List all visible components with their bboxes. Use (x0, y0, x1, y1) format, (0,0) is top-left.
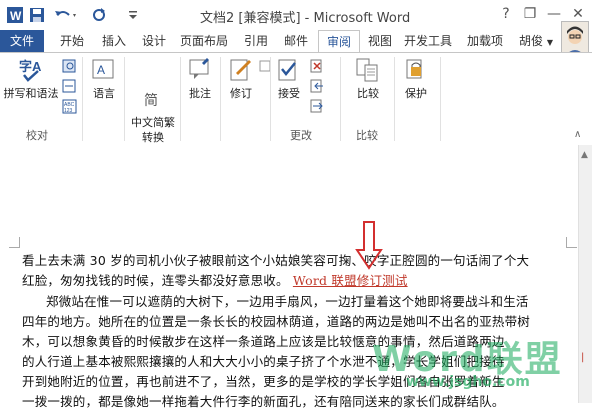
svg-text:W: W (10, 9, 22, 23)
tab-addins[interactable]: 加载项 (460, 30, 510, 52)
svg-text:123: 123 (64, 108, 73, 114)
customize-qat-icon[interactable] (126, 5, 140, 25)
doc-line[interactable]: 红脸，匆匆找钱的时候，连零头都没好意思收。 Word 联盟修订测试 (22, 270, 408, 289)
group-separator (270, 57, 271, 141)
previous-change-icon[interactable] (310, 79, 326, 93)
doc-line[interactable]: 四年的地方。她所在的位置是一条长长的校园林荫道，道路的两边是她叫不出名的亚热带树 (22, 311, 530, 330)
user-account[interactable]: 胡俊 ▼ (514, 30, 558, 52)
ribbon-display-button[interactable]: ❐ (518, 3, 542, 25)
word-logo-icon[interactable]: W (6, 5, 24, 25)
annotation-arrow-icon (355, 220, 383, 273)
group-separator (394, 57, 395, 141)
tab-review[interactable]: 审阅 (318, 30, 360, 54)
tab-design[interactable]: 设计 (134, 30, 174, 52)
doc-line[interactable]: 看上去未满 30 岁的司机小伙子被眼前这个小姑娘笑容可掬、咬字正腔圆的一句话闹了… (22, 250, 529, 269)
tab-file[interactable]: 文件 (0, 30, 44, 52)
spell-grammar-button[interactable]: 字A 拼写和语法 (2, 57, 60, 101)
svg-text:简: 简 (144, 92, 158, 109)
title-bar: W 文档2 [兼容模式] - Microsoft Word ? ❐ — ✕ (0, 0, 592, 30)
ribbon-review: 字A 拼写和语法 ABC 123 校对 A 语言 简 中文简繁 转换 批注 修订… (0, 52, 592, 146)
watermark-logo: Word联盟 www.jsgho.com (372, 330, 582, 394)
group-separator (180, 57, 181, 141)
compare-icon (355, 57, 381, 83)
tab-view[interactable]: 视图 (360, 30, 400, 52)
chinese-conversion-button[interactable]: 简 中文简繁 转换 (128, 57, 178, 145)
track-changes-button[interactable]: 修订 (224, 57, 258, 101)
next-change-icon[interactable] (310, 99, 326, 113)
tab-home[interactable]: 开始 (52, 30, 92, 52)
scroll-up-icon[interactable]: ▲ (581, 150, 588, 160)
help-button[interactable]: ? (494, 3, 518, 25)
group-proofing-label: 校对 (26, 129, 48, 142)
group-separator (82, 57, 83, 141)
page-corner-mark (566, 237, 577, 248)
accept-button[interactable]: 接受 (272, 57, 306, 101)
thesaurus-icon[interactable] (62, 79, 78, 93)
chevron-down-icon: ▼ (546, 38, 553, 47)
group-separator (340, 57, 341, 141)
doc-line[interactable]: 郑微站在惟一可以遮荫的大树下，一边用手扇风，一边打量着这个她即将要战斗和生活 (46, 291, 529, 310)
page-corner-mark (9, 237, 20, 248)
tab-references[interactable]: 引用 (236, 30, 276, 52)
comment-button[interactable]: 批注 (184, 57, 216, 101)
group-separator (124, 57, 125, 141)
tracked-insertion[interactable]: Word 联盟修订测试 (293, 273, 408, 288)
undo-icon[interactable] (52, 5, 80, 25)
watermark-url: www.jsgho.com (406, 374, 530, 390)
word-count-icon[interactable]: ABC 123 (62, 99, 78, 114)
collapse-ribbon-icon[interactable]: ∧ (574, 129, 581, 140)
tab-insert[interactable]: 插入 (94, 30, 134, 52)
language-button[interactable]: A 语言 (88, 57, 120, 101)
compare-button[interactable]: 比较 (348, 57, 388, 101)
svg-text:A: A (97, 63, 105, 77)
window-title: 文档2 [兼容模式] - Microsoft Word (200, 11, 411, 26)
protect-icon (403, 57, 429, 83)
comment-icon (187, 57, 213, 83)
doc-text: 红脸，匆匆找钱的时候，连零头都没好意思收。 (22, 273, 289, 288)
protect-button[interactable]: 保护 (398, 57, 434, 101)
reject-icon[interactable] (310, 59, 326, 73)
user-name: 胡俊 (519, 34, 544, 48)
group-compare-label: 比较 (356, 129, 378, 142)
spelling-icon: 字A (18, 57, 44, 83)
group-changes-label: 更改 (290, 129, 312, 142)
tab-page-layout[interactable]: 页面布局 (176, 30, 232, 52)
research-icon[interactable] (62, 59, 78, 73)
ribbon-tabs: 文件 开始 插入 设计 页面布局 引用 邮件 审阅 视图 开发工具 加载项 胡俊… (0, 30, 592, 54)
tab-developer[interactable]: 开发工具 (400, 30, 456, 52)
language-icon: A (91, 57, 117, 83)
redo-icon[interactable] (90, 5, 108, 25)
accept-icon (276, 57, 302, 83)
track-changes-icon (228, 57, 254, 83)
chinese-conversion-icon: 简 (140, 72, 166, 109)
group-separator (440, 57, 441, 141)
tab-mailings[interactable]: 邮件 (276, 30, 316, 52)
group-separator (220, 57, 221, 141)
save-icon[interactable] (28, 5, 46, 25)
